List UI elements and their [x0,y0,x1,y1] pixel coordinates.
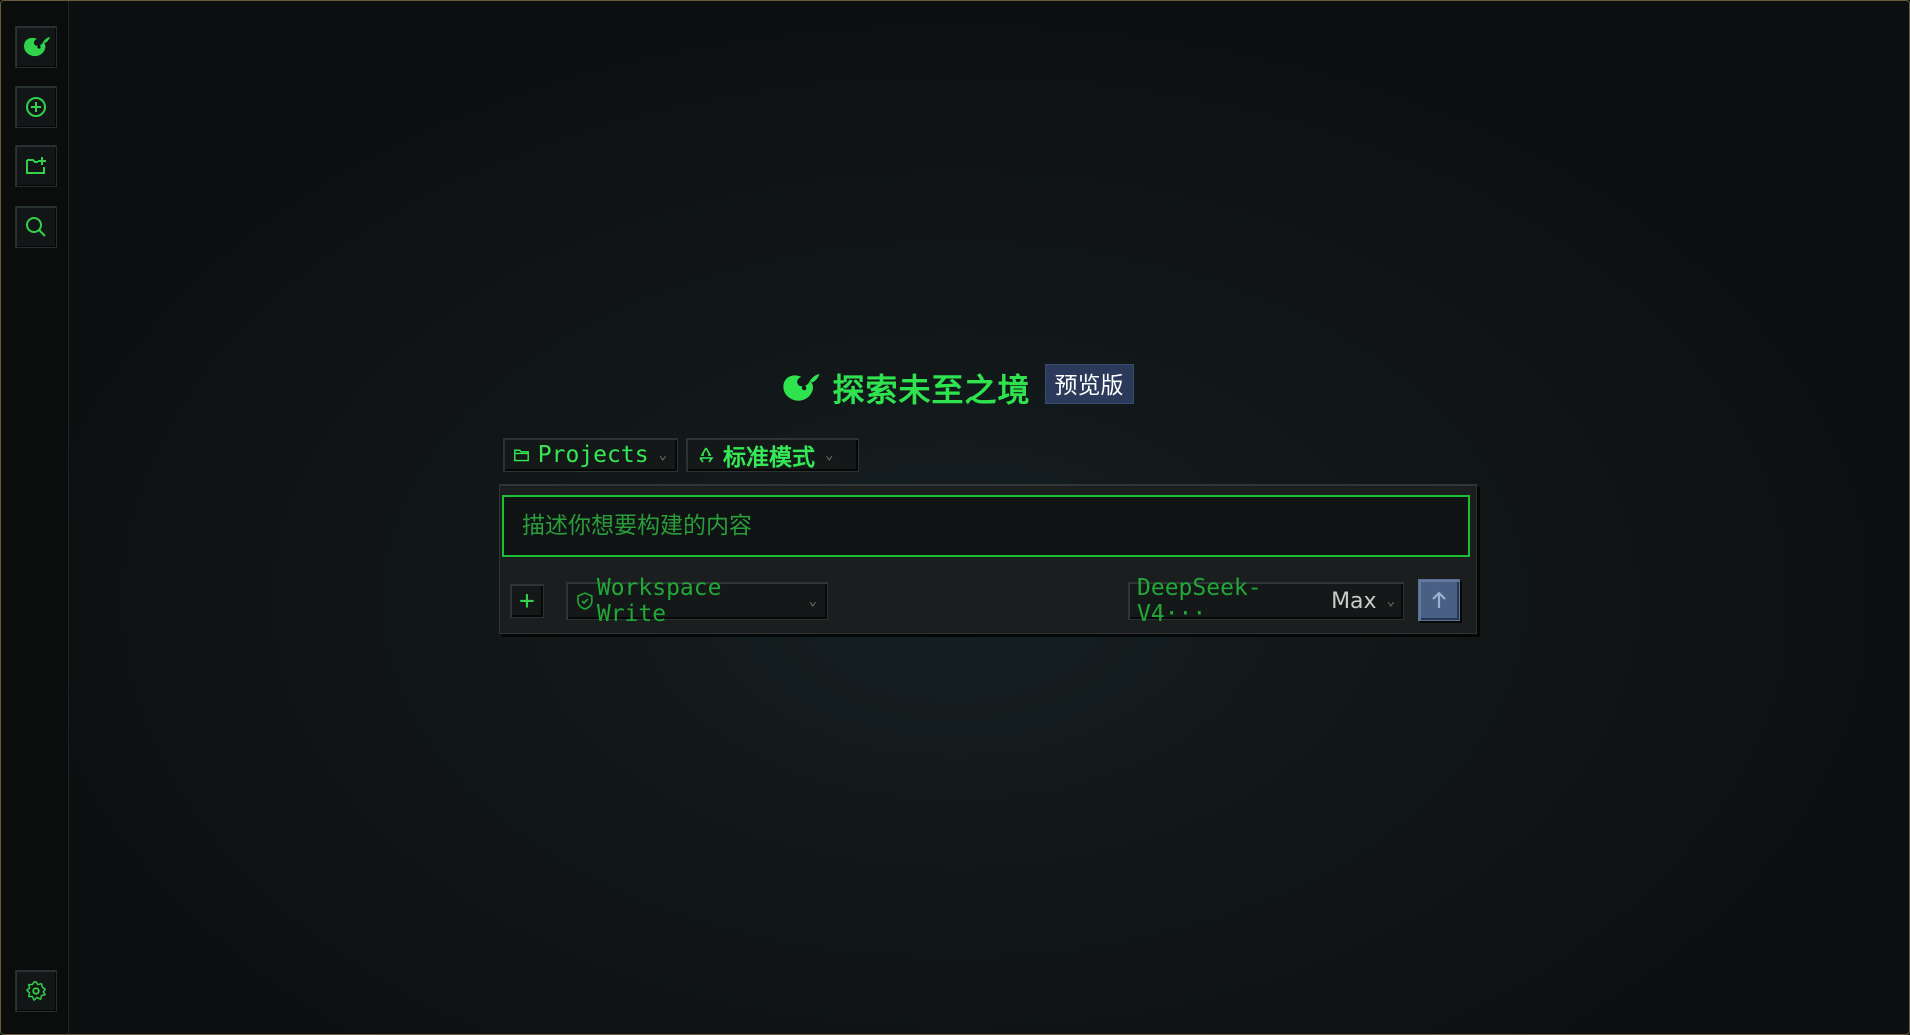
preview-badge: 预览版 [1044,364,1134,404]
shield-icon [577,592,593,610]
mode-dropdown[interactable]: 标准模式 ⌄ [686,438,859,472]
page-title: 探索未至之境 [832,371,1031,409]
effort-label: Max [1331,588,1377,614]
sidebar [1,1,69,1034]
new-folder-icon [26,157,46,174]
search-button[interactable] [15,206,57,248]
plus-icon: + [519,586,535,616]
logo-button[interactable] [15,26,57,68]
send-button[interactable] [1418,579,1460,621]
prompt-input[interactable] [502,495,1470,557]
workspace-label: Workspace Write [596,575,722,627]
new-chat-icon [26,97,46,117]
projects-dropdown[interactable]: Projects ⌄ [503,438,678,472]
chevron-down-icon: ⌄ [1386,593,1395,609]
hero-heading: 探索未至之境 预览版 [1,364,1909,411]
workspace-permission-dropdown[interactable]: Workspace Write ⌄ [566,575,828,627]
chevron-down-icon: ⌄ [658,447,667,463]
whale-logo-icon [24,37,50,57]
new-chat-button[interactable] [15,86,57,128]
composer-panel: + Workspace Write ⌄ DeepSeek-V4··· Max ⌄ [499,484,1477,634]
app-window: 探索未至之境 预览版 Projects ⌄ 标准模式 ⌄ + Workspace… [0,0,1910,1035]
model-dropdown[interactable]: DeepSeek-V4··· Max ⌄ [1128,575,1404,627]
settings-button[interactable] [15,970,57,1012]
settings-gear-icon [26,981,46,1001]
arrow-up-icon [1432,591,1446,608]
recycle-mode-icon [699,447,714,463]
model-label: DeepSeek-V4··· [1137,575,1262,627]
chevron-down-icon: ⌄ [808,593,817,609]
folder-icon [514,449,529,462]
attach-button[interactable]: + [510,584,544,618]
mode-label: 标准模式 [723,445,815,471]
projects-label: Projects [537,442,649,468]
new-project-button[interactable] [15,145,57,187]
chevron-down-icon: ⌄ [825,447,834,463]
search-icon [26,217,46,237]
whale-logo-icon [783,374,820,401]
